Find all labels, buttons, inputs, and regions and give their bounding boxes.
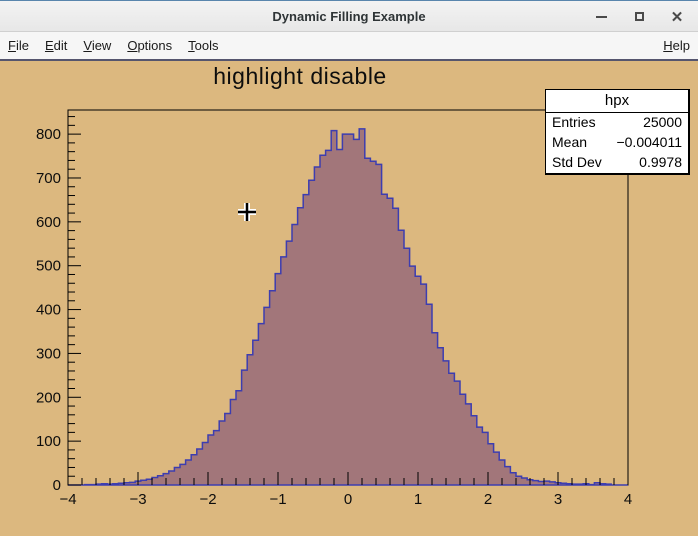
y-tick-label: 0 bbox=[53, 477, 61, 494]
window-titlebar[interactable]: Dynamic Filling Example ✕ bbox=[0, 1, 698, 32]
stats-label: Entries bbox=[552, 114, 596, 131]
window-title: Dynamic Filling Example bbox=[272, 9, 425, 24]
stats-row-mean: Mean −0.004011 bbox=[546, 133, 688, 153]
stats-value: 0.9978 bbox=[639, 154, 682, 171]
stats-box-title: hpx bbox=[546, 90, 688, 113]
root-window: Dynamic Filling Example ✕ File Edit View… bbox=[0, 0, 698, 536]
stats-box[interactable]: hpx Entries 25000 Mean −0.004011 Std Dev… bbox=[545, 89, 690, 175]
menu-item-edit[interactable]: Edit bbox=[37, 33, 75, 58]
stats-row-entries: Entries 25000 bbox=[546, 113, 688, 133]
menu-item-help[interactable]: Help bbox=[655, 33, 698, 58]
x-tick-label: −3 bbox=[129, 491, 146, 508]
x-tick-label: −2 bbox=[199, 491, 216, 508]
y-tick-label: 700 bbox=[36, 170, 61, 187]
menu-item-file[interactable]: File bbox=[0, 33, 37, 58]
close-button[interactable]: ✕ bbox=[666, 6, 688, 28]
x-tick-label: −4 bbox=[59, 491, 76, 508]
plot-title[interactable]: highlight disable bbox=[185, 63, 415, 90]
x-tick-label: 2 bbox=[484, 491, 492, 508]
x-tick-label: 0 bbox=[344, 491, 352, 508]
x-tick-label: −1 bbox=[269, 491, 286, 508]
stats-row-stddev: Std Dev 0.9978 bbox=[546, 153, 688, 173]
menu-item-view[interactable]: View bbox=[75, 33, 119, 58]
stats-value: 25000 bbox=[643, 114, 682, 131]
root-canvas[interactable]: −4 −3 −2 −1 0 1 2 3 4 0 100 200 300 400 500 600 700 800 h… bbox=[0, 61, 698, 536]
maximize-icon bbox=[635, 12, 644, 21]
y-tick-label: 100 bbox=[36, 433, 61, 450]
minimize-icon bbox=[596, 16, 607, 18]
y-tick-label: 300 bbox=[36, 345, 61, 362]
menubar: File Edit View Options Tools Help bbox=[0, 32, 698, 61]
stats-label: Mean bbox=[552, 134, 587, 151]
y-tick-label: 400 bbox=[36, 302, 61, 319]
y-tick-label: 800 bbox=[36, 126, 61, 143]
stats-label: Std Dev bbox=[552, 154, 602, 171]
close-icon: ✕ bbox=[671, 8, 684, 26]
x-tick-label: 4 bbox=[624, 491, 632, 508]
stats-value: −0.004011 bbox=[616, 134, 682, 151]
y-tick-label: 200 bbox=[36, 389, 61, 406]
x-tick-label: 1 bbox=[414, 491, 422, 508]
menu-item-tools[interactable]: Tools bbox=[180, 33, 226, 58]
menu-item-options[interactable]: Options bbox=[119, 33, 180, 58]
window-controls: ✕ bbox=[590, 1, 688, 32]
maximize-button[interactable] bbox=[628, 6, 650, 28]
minimize-button[interactable] bbox=[590, 6, 612, 28]
y-tick-label: 600 bbox=[36, 214, 61, 231]
y-tick-label: 500 bbox=[36, 258, 61, 275]
x-tick-label: 3 bbox=[554, 491, 562, 508]
